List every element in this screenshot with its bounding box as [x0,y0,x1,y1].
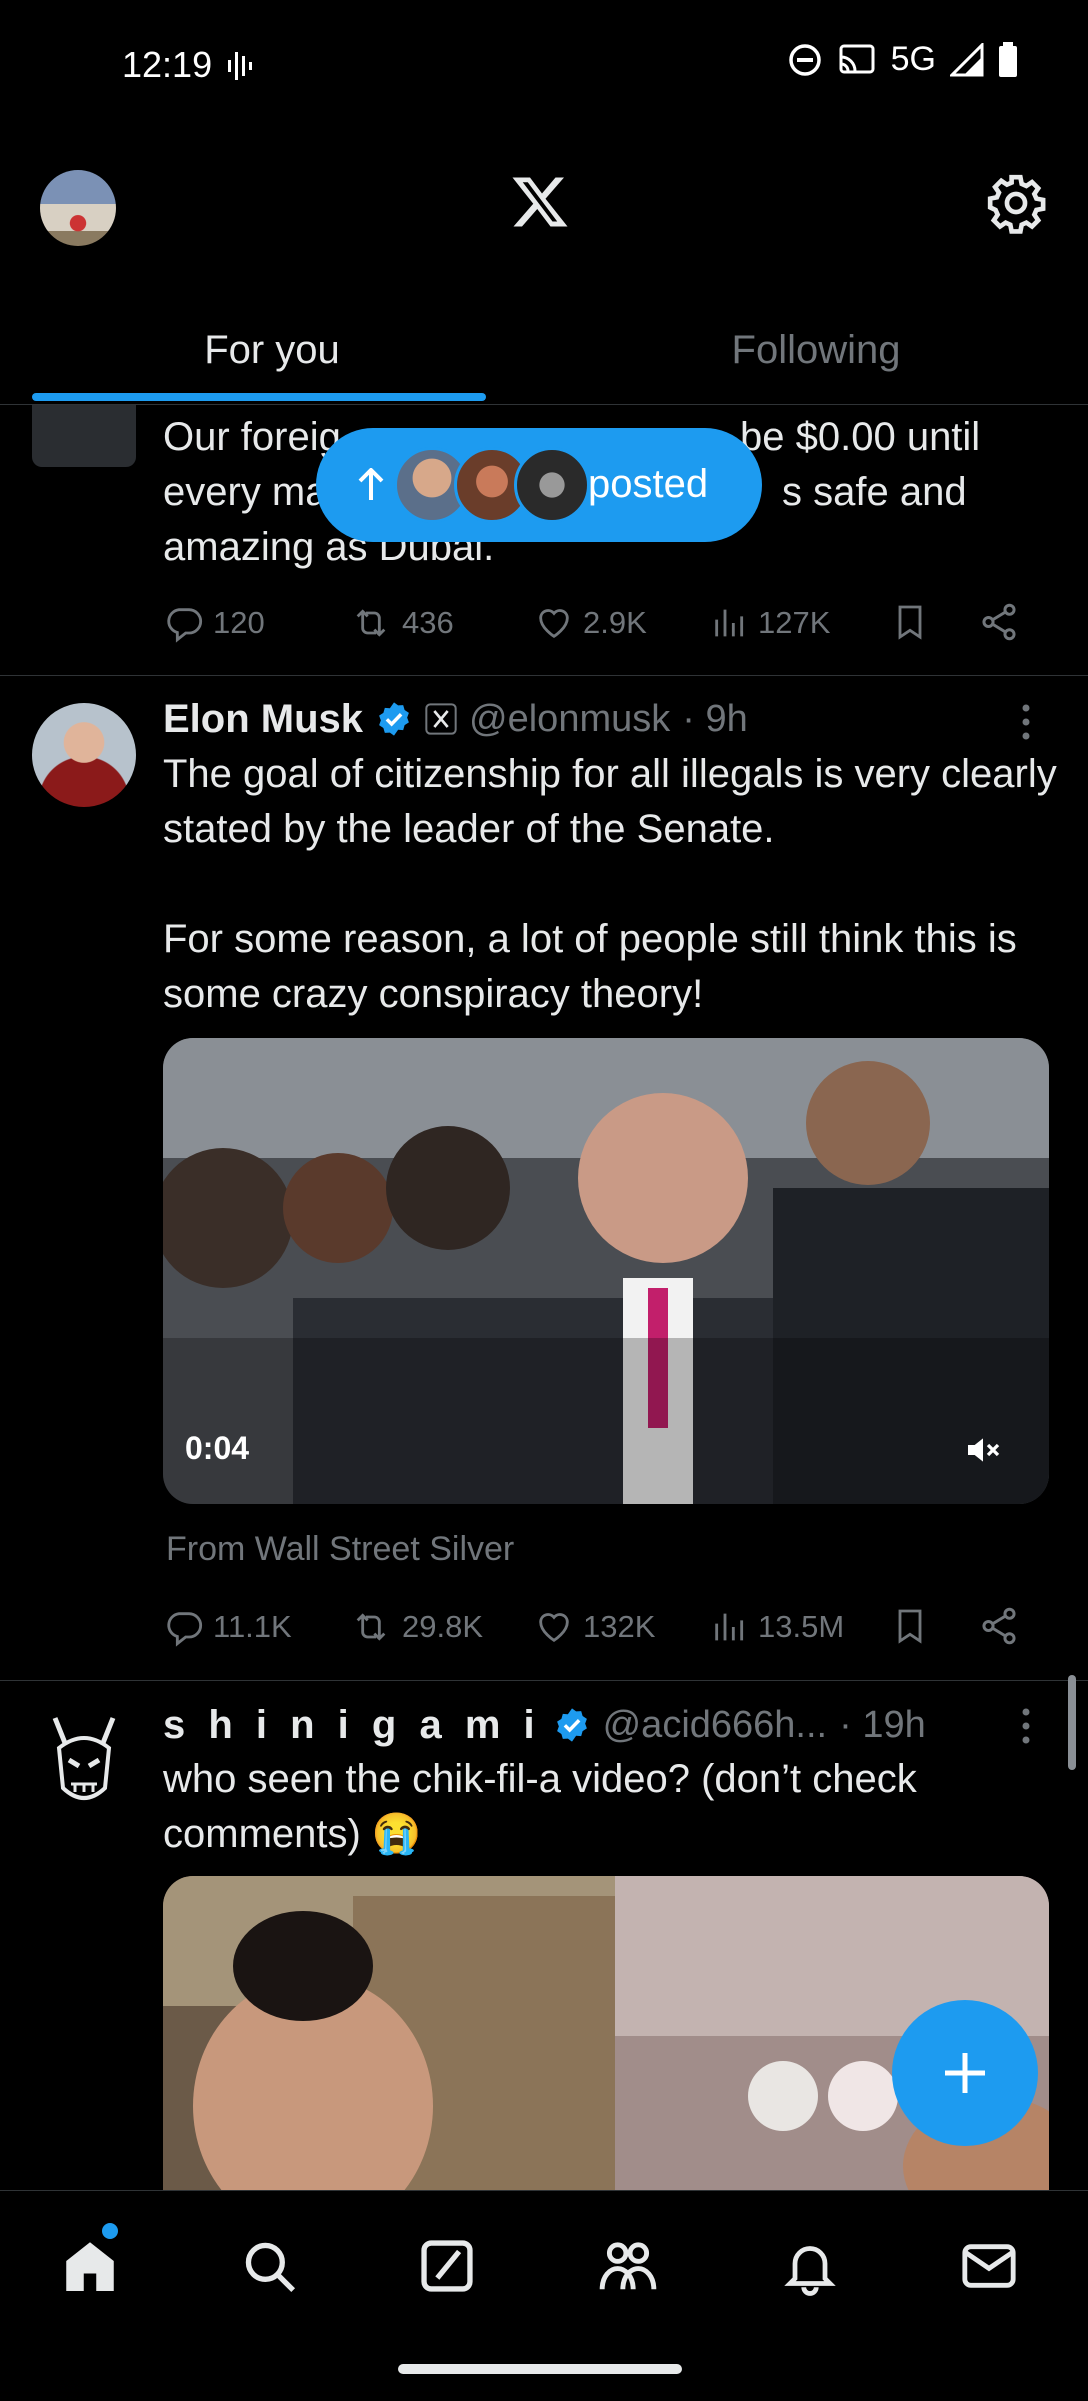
tab-for-you[interactable]: For you [0,300,544,400]
tweet-divider [0,1680,1088,1681]
tweet-text-line: Our foreig [163,415,341,459]
tweet-header: Elon Musk @elonmusk · 9h [163,694,748,744]
tweet-body: who seen the chik-fil-a video? (don’t ch… [163,1757,917,1856]
network-type: 5G [890,40,936,78]
tweet-body: The goal of citizenship for all illegals… [163,752,1057,1016]
verified-badge-icon [379,702,409,736]
more-options-icon[interactable] [1016,702,1036,742]
active-tab-indicator [32,393,486,401]
views-button[interactable]: 13.5M [710,1607,844,1647]
reply-icon [167,1612,202,1647]
mute-icon[interactable] [963,1430,1003,1470]
verified-badge-icon [556,1708,587,1742]
reply-icon [167,608,202,643]
elon-musk-avatar[interactable] [32,703,136,807]
tweet-time: · 9h [682,697,748,740]
x-affiliation-icon [425,703,457,735]
bookmark-icon[interactable] [890,600,930,644]
reply-count: 11.1K [213,1609,292,1644]
tweet-video[interactable]: 0:04 [163,1038,1049,1504]
messages-mail-icon[interactable] [960,2239,1018,2293]
author-handle[interactable]: @elonmusk [469,698,670,741]
views-chart-icon [715,609,744,637]
video-thumbnail [163,1038,1049,1504]
tab-following[interactable]: Following [544,300,1088,400]
like-count: 2.9K [583,605,647,640]
posted-label: posted [588,462,709,506]
tweet-actions: 11.1K 29.8K 132K 13.5M [163,1602,1049,1652]
status-bar: 12:19 5G [0,0,1088,135]
like-button[interactable]: 132K [533,1607,655,1647]
shinigami-mask-avatar[interactable] [45,1708,123,1812]
repost-count: 436 [402,605,454,640]
views-button[interactable]: 127K [710,603,830,643]
do-not-disturb-icon [788,43,821,76]
battery-icon [999,41,1017,77]
reply-button[interactable]: 120 [163,603,265,643]
author-name[interactable]: Elon Musk [163,697,363,742]
repost-count: 29.8K [402,1609,484,1644]
arrow-up-icon [358,468,384,500]
video-duration: 0:04 [185,1430,250,1466]
share-icon[interactable] [978,1604,1020,1648]
cast-icon [839,44,875,73]
grok-icon[interactable] [418,2237,476,2295]
tweet-time: · 19h [839,1703,926,1746]
search-icon[interactable] [240,2237,298,2295]
views-count: 127K [758,605,831,640]
author-name[interactable]: s h i n i g a m i [163,1703,541,1748]
reply-button[interactable]: 11.1K [163,1607,292,1647]
share-icon[interactable] [978,600,1020,644]
audio-wave-icon [228,52,252,80]
tweet-avatar[interactable] [32,405,136,467]
tweet-header: s h i n i g a m i @acid666h... · 19h [163,1700,926,1750]
tweet-text-line: be $0.00 until [740,415,981,459]
tweet-text-line: every ma [163,470,328,514]
more-options-icon[interactable] [1016,1706,1036,1746]
tweet-divider [0,675,1088,676]
reply-count: 120 [213,605,265,640]
tab-divider [0,404,1088,405]
signal-icon [950,42,984,76]
repost-button[interactable]: 436 [348,603,454,643]
repost-icon [356,1613,386,1641]
gesture-home-indicator[interactable] [398,2364,682,2374]
bookmark-icon[interactable] [890,1604,930,1648]
video-source[interactable]: From Wall Street Silver [166,1530,514,1569]
new-posts-pill[interactable]: posted [316,428,762,542]
repost-icon [356,609,386,637]
views-count: 13.5M [758,1609,845,1644]
heart-icon [539,1613,569,1643]
tweet-actions: 120 436 2.9K 127K [163,598,1049,648]
like-button[interactable]: 2.9K [533,603,647,643]
poster-avatar [514,447,590,523]
author-handle[interactable]: @acid666h... [603,1704,828,1747]
views-chart-icon [715,1613,744,1641]
plus-icon [945,2053,985,2093]
profile-avatar[interactable] [40,170,116,246]
notifications-bell-icon[interactable] [780,2235,840,2297]
x-logo-icon [512,177,568,227]
like-count: 132K [583,1609,656,1644]
notification-dot [102,2223,118,2239]
scrollbar[interactable] [1068,1675,1076,1770]
tweet-text-line: s safe and [782,470,967,514]
status-time: 12:19 [122,44,213,85]
home-icon[interactable] [60,2233,120,2299]
communities-icon[interactable] [596,2235,660,2297]
settings-gear-icon[interactable] [985,172,1047,234]
repost-button[interactable]: 29.8K [348,1607,483,1647]
compose-post-button[interactable] [892,2000,1038,2146]
heart-icon [539,609,569,639]
